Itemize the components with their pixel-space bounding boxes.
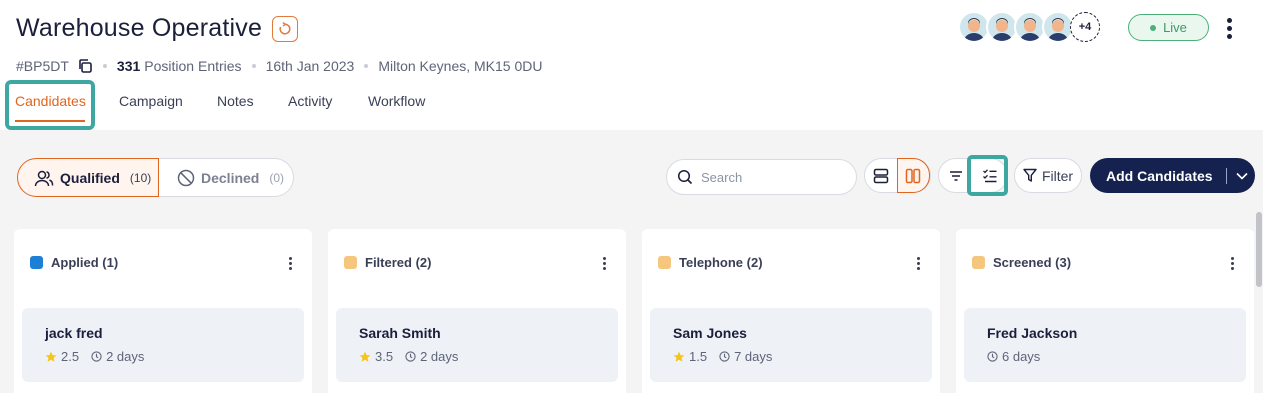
more-options-icon[interactable] [1219,14,1239,42]
clock-icon [405,351,416,362]
job-date: 16th Jan 2023 [265,58,355,74]
column-applied: Applied (1) jack fred 2.5 2 days [14,229,312,393]
team-avatars[interactable]: +4 [958,11,1100,43]
column-menu-icon[interactable] [1231,257,1234,270]
tab-campaign[interactable]: Campaign [119,86,183,116]
candidate-rating: 2.5 [61,349,80,364]
star-icon [673,351,685,362]
candidate-card[interactable]: Sarah Smith 3.5 2 days [336,308,618,382]
stage-color-icon [344,256,357,269]
column-telephone: Telephone (2) Sam Jones 1.5 7 days [642,229,940,393]
page-title: Warehouse Operative [16,14,263,42]
column-view-button[interactable] [896,158,930,193]
clock-icon [987,351,998,362]
candidates-tab-highlight [5,80,95,130]
star-icon [359,351,371,362]
rows-icon [873,168,888,183]
filter-button[interactable]: Filter [1014,158,1082,193]
columns-icon [906,168,921,183]
block-icon [177,169,195,186]
job-location: Milton Keynes, MK15 0DU [378,58,543,74]
filter-label: Filter [1041,167,1074,184]
page-header: Warehouse Operative #BP5DT 331 Position … [0,0,1263,130]
candidate-time: 2 days [420,349,459,364]
column-menu-icon[interactable] [603,257,606,270]
stage-color-icon [972,256,985,269]
more-avatars-badge[interactable]: +4 [1070,12,1100,42]
qualified-count: (10) [129,170,152,185]
filter-icon [1023,168,1037,182]
candidate-name: Sarah Smith [359,325,441,341]
job-meta: #BP5DT 331 Position Entries 16th Jan 202… [16,58,543,74]
column-screened: Screened (3) Fred Jackson 6 days [956,229,1254,393]
candidate-card[interactable]: Fred Jackson 6 days [964,308,1246,382]
clock-icon [719,351,730,362]
users-icon [34,170,54,186]
search-icon [677,169,693,185]
refresh-icon [279,21,291,34]
candidate-card[interactable]: jack fred 2.5 2 days [22,308,304,382]
stage-color-icon [30,256,43,269]
column-menu-icon[interactable] [289,257,292,270]
view-toggle[interactable] [864,158,931,193]
declined-label: Declined [201,169,260,186]
add-candidates-button[interactable]: Add Candidates [1090,158,1255,193]
star-icon [45,351,57,362]
qualified-label: Qualified [60,169,120,186]
sort-icon [950,170,962,181]
add-candidates-label: Add Candidates [1106,167,1213,184]
tab-notes[interactable]: Notes [217,86,254,116]
refresh-button[interactable] [272,15,299,42]
candidate-name: Sam Jones [673,325,747,341]
position-count: 331 [116,58,141,74]
candidate-name: jack fred [45,325,103,341]
stage-color-icon [658,256,671,269]
qualified-toggle[interactable]: Qualified (10) [17,158,159,197]
search-input[interactable] [701,169,841,185]
tab-activity[interactable]: Activity [288,86,332,116]
candidate-name: Fred Jackson [987,325,1078,341]
row-view-button[interactable] [865,159,897,192]
column-title: Applied (1) [51,255,119,270]
column-title: Telephone (2) [679,255,763,270]
status-label: Live [1163,20,1187,35]
candidate-time: 6 days [1002,349,1041,364]
status-dot-icon [1150,24,1157,31]
column-filtered: Filtered (2) Sarah Smith 3.5 2 days [328,229,626,393]
candidate-rating: 3.5 [375,349,394,364]
job-id: #BP5DT [16,58,69,74]
copy-icon[interactable] [77,58,93,74]
chevron-down-icon[interactable] [1235,171,1249,181]
candidate-rating: 1.5 [689,349,708,364]
checklist-highlight [967,155,1008,196]
status-badge[interactable]: Live [1128,14,1209,41]
column-title: Filtered (2) [365,255,432,270]
declined-count: (0) [269,170,285,185]
candidate-time: 2 days [106,349,145,364]
tab-workflow[interactable]: Workflow [368,86,425,116]
position-label: Position Entries [144,58,242,74]
column-title: Screened (3) [993,255,1072,270]
candidate-card[interactable]: Sam Jones 1.5 7 days [650,308,932,382]
candidate-time: 7 days [734,349,773,364]
search-box[interactable] [666,159,857,195]
column-menu-icon[interactable] [917,257,920,270]
declined-toggle[interactable]: Declined (0) [159,158,294,197]
vertical-scrollbar[interactable] [1256,212,1262,287]
clock-icon [91,351,102,362]
